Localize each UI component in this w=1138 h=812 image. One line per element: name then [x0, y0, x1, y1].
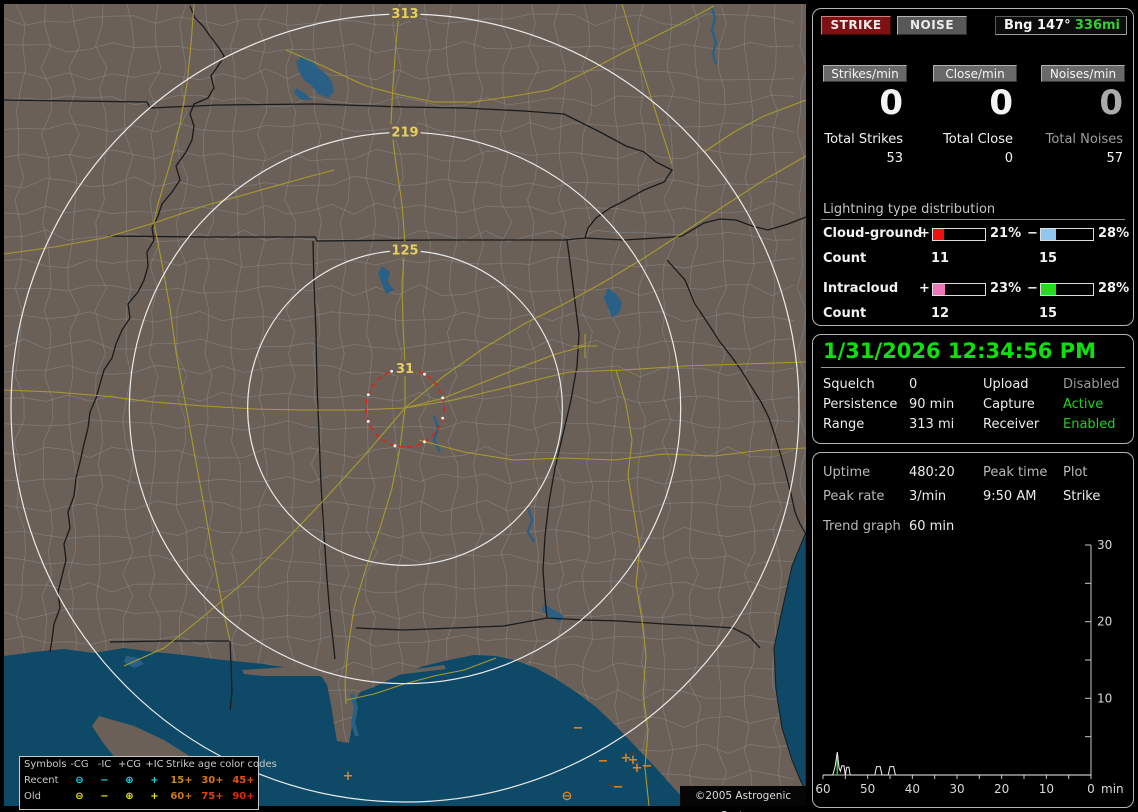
squelch-value: 0: [909, 377, 918, 392]
svg-text:30: 30: [949, 782, 964, 796]
total-close-label: Total Close: [943, 132, 1013, 147]
upload-status: Disabled: [1063, 377, 1120, 392]
minus-sign: −: [1027, 226, 1038, 241]
svg-text:min: min: [1101, 782, 1124, 796]
old-pos-ic-icon: +: [150, 791, 159, 802]
strike-stats-panel: STRIKE NOISE Bng 147° 336mi Strikes/min …: [812, 8, 1134, 326]
cg-negative-pct: 28%: [1098, 226, 1130, 241]
legend-header-row: Symbols -CG -IC +CG +IC Strike age color code…: [20, 757, 277, 773]
old-pos-cg-icon: ⊕: [125, 791, 134, 802]
distribution-divider: [821, 219, 1125, 220]
total-close-value: 0: [1004, 151, 1013, 166]
range-ring-label-219: 219: [391, 125, 418, 140]
ic-negative-count: 15: [1039, 306, 1058, 321]
recent-pos-ic-icon: +: [150, 775, 159, 786]
strike-symbol: −: [598, 754, 609, 769]
strike-toggle-button[interactable]: STRIKE: [821, 16, 891, 35]
range-ring-label-31: 31: [396, 362, 414, 377]
svg-text:20: 20: [1097, 615, 1112, 629]
recent-pos-cg-icon: ⊕: [125, 775, 134, 786]
strike-symbol: ⊖: [562, 789, 573, 804]
svg-text:10: 10: [1039, 782, 1054, 796]
ic-positive-pct: 23%: [990, 281, 1022, 296]
cg-positive-pct: 21%: [990, 226, 1022, 241]
old-neg-cg-icon: ⊖: [75, 791, 84, 802]
strikes-per-min-value: 0: [879, 83, 903, 123]
legend-col-pos-ic: +IC: [145, 759, 164, 770]
svg-text:50: 50: [860, 782, 875, 796]
ic-positive-bar: [932, 283, 986, 296]
strike-symbol: −: [573, 721, 584, 736]
strike-symbol: +: [343, 769, 354, 784]
svg-text:40: 40: [905, 782, 920, 796]
cg-positive-count: 11: [931, 251, 950, 266]
strike-symbol-legend: Symbols -CG -IC +CG +IC Strike age color code…: [19, 756, 277, 810]
legend-symbols-header: Symbols: [24, 759, 67, 770]
bearing-readout: Bng 147° 336mi: [995, 16, 1127, 35]
total-strikes-value: 53: [886, 151, 903, 166]
noises-per-min-value: 0: [1099, 83, 1123, 123]
ic-positive-count: 12: [931, 306, 950, 321]
recent-neg-cg-icon: ⊖: [75, 775, 84, 786]
nexstorm-window: 31 125 219 313 + − − + + + − − ⊖ Symbols -CG -IC +CG +IC…: [0, 0, 1138, 812]
bearing-distance: 336mi: [1074, 18, 1120, 33]
svg-text:10: 10: [1097, 691, 1112, 705]
noise-toggle-button[interactable]: NOISE: [897, 16, 967, 35]
receiver-status: Enabled: [1063, 417, 1116, 432]
range-value: 313 mi: [909, 417, 955, 432]
map-canvas: 31125219313+−− +++ −−⊖: [3, 3, 810, 809]
svg-text:30: 30: [1097, 538, 1112, 552]
ic-negative-pct: 28%: [1098, 281, 1130, 296]
legend-recent-row: Recent ⊖ − ⊕ +15+ 30+ 45+: [20, 773, 258, 789]
svg-text:20: 20: [994, 782, 1009, 796]
strikes-per-min-badge[interactable]: Strikes/min: [823, 65, 907, 82]
datetime-display: 1/31/2026 12:34:56 PM: [823, 339, 1096, 363]
recent-neg-ic-icon: −: [100, 775, 109, 786]
bearing-value: Bng 147°: [1004, 18, 1071, 33]
ic-negative-bar: [1040, 283, 1094, 296]
range-ring-label-125: 125: [391, 244, 418, 259]
cg-negative-bar: [1040, 228, 1094, 241]
legend-col-neg-ic: -IC: [97, 759, 112, 770]
total-noises-value: 57: [1106, 151, 1123, 166]
svg-text:0: 0: [1087, 782, 1095, 796]
total-noises-label: Total Noises: [1045, 132, 1123, 147]
noises-per-min-badge[interactable]: Noises/min: [1041, 65, 1125, 82]
capture-status: Active: [1063, 397, 1104, 412]
strike-symbol: −: [642, 759, 653, 774]
old-neg-ic-icon: −: [100, 791, 109, 802]
minus-sign: −: [1027, 281, 1038, 296]
svg-text:60: 60: [815, 782, 830, 796]
status-panel: 1/31/2026 12:34:56 PM Squelch 0 Upload D…: [812, 334, 1134, 444]
plus-sign: +: [919, 281, 930, 296]
close-per-min-value: 0: [989, 83, 1013, 123]
plus-sign: +: [919, 226, 930, 241]
trend-graph: 10 20 30 60 50 40 30 20 10 0 min: [815, 538, 1124, 796]
session-trend-panel: Uptime 480:20 Peak time Plot Peak rate 3…: [812, 452, 1134, 808]
cg-positive-bar: [932, 228, 986, 241]
legend-old-row: Old ⊖ − ⊕ +60+ 75+ 90+: [20, 789, 258, 805]
legend-col-pos-cg: +CG: [117, 759, 142, 770]
cg-negative-count: 15: [1039, 251, 1058, 266]
range-ring-label-313: 313: [391, 7, 418, 22]
total-strikes-label: Total Strikes: [824, 132, 903, 147]
distribution-header: Lightning type distribution: [823, 202, 996, 217]
legend-age-header: Strike age color codes: [166, 759, 277, 770]
copyright-text: ©2005 Astrogenic Systems: [680, 786, 806, 812]
datetime-divider: [821, 367, 1125, 368]
close-per-min-badge[interactable]: Close/min: [933, 65, 1017, 82]
strike-symbol: −: [613, 780, 624, 795]
lightning-map[interactable]: 31 125 219 313 + − − + + + − − ⊖ Symbols -CG -IC +CG +IC…: [3, 3, 810, 812]
persistence-value: 90 min: [909, 397, 955, 412]
legend-col-neg-cg: -CG: [70, 759, 89, 770]
